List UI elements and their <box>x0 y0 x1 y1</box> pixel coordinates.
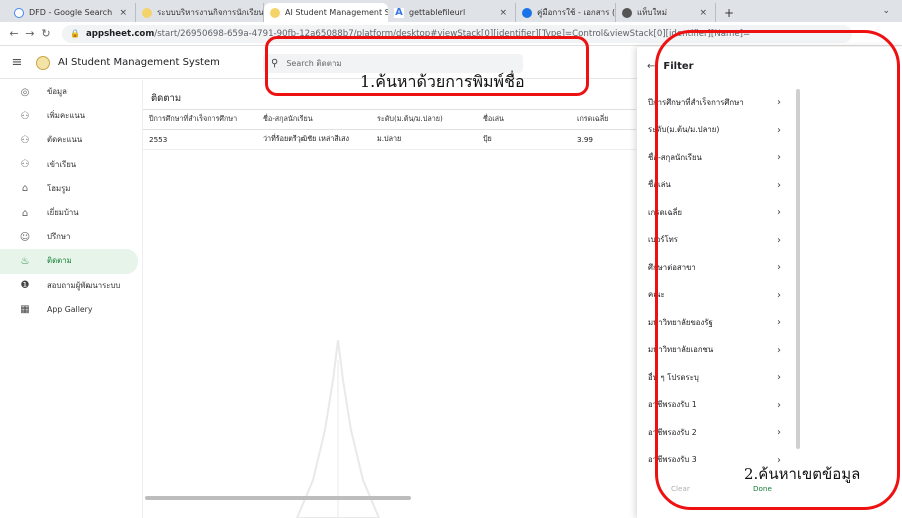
sidebar-item-label: ข้อมูล <box>47 87 67 97</box>
info-icon: ❶ <box>20 280 30 292</box>
close-icon[interactable]: × <box>113 8 127 18</box>
sidebar-item-label: App Gallery <box>47 305 93 315</box>
browser-tab[interactable]: คู่มือการใช้ - เอกสาร (A4) × <box>516 3 616 22</box>
app-logo <box>36 55 50 70</box>
table-cell: 2553 <box>149 135 168 144</box>
reload-icon[interactable]: ↻ <box>38 27 54 40</box>
lock-icon: 🔒 <box>70 29 80 38</box>
chevron-down-icon[interactable]: ⌄ <box>882 6 890 16</box>
sidebar-item-label: ตัดคะแนน <box>47 135 83 145</box>
sidebar-item-label: เพิ่มคะแนน <box>47 111 86 121</box>
page-title: ติดตาม <box>151 93 182 104</box>
browser-tab[interactable]: ระบบบริหารงานกิจการนักเรียน × <box>136 3 264 22</box>
support-icon: ☺ <box>19 231 31 243</box>
table-cell: ว่าที่ร้อยตรีวุฒิชัย เหล่าสีเสง <box>263 134 350 143</box>
main-content: ติดตาม ปีการศึกษาที่สำเร็จการศึกษา ชื่อ-… <box>142 80 636 518</box>
account-circle-icon: ◎ <box>20 86 30 98</box>
app-title: AI Student Management System <box>58 57 220 68</box>
house-visit-icon: ⌂ <box>21 207 29 219</box>
browser-tab[interactable]: แท็บใหม่ × <box>616 3 716 22</box>
screen: DFD - Google Search × ระบบบริหารงานกิจกา… <box>0 0 902 518</box>
table-cell: ปุ้ย <box>483 134 492 143</box>
sidebar-item-app-gallery[interactable]: ▦ App Gallery <box>0 298 138 322</box>
person-remove-icon: ⚇ <box>20 134 30 146</box>
google-icon <box>14 7 24 18</box>
sidebar-item-label: โฮมรูม <box>47 183 71 193</box>
browser-tab[interactable]: DFD - Google Search × <box>8 3 136 22</box>
sidebar-item-label: ปรึกษา <box>47 232 71 242</box>
sidebar-item-home-visit[interactable]: ⌂ เยี่ยมบ้าน <box>0 201 138 225</box>
chrome-icon <box>622 7 632 18</box>
table-cell: ม.ปลาย <box>377 134 402 143</box>
table-header: ปีการศึกษาที่สำเร็จการศึกษา ชื่อ-สกุลนัก… <box>143 109 636 130</box>
sidebar-item-attendance[interactable]: ⚇ เข้าเรียน <box>0 153 138 177</box>
annotation-filter-note: 2.ค้นหาเขตข้อมูล <box>744 465 861 483</box>
sidebar-item-track[interactable]: ♨ ติดตาม <box>0 249 138 274</box>
browser-tab[interactable]: A gettablefileurl × <box>388 3 516 22</box>
watermark-logo <box>295 340 381 518</box>
sidebar: ◎ ข้อมูล ⚇ เพิ่มคะแนน ⚇ ตัดคะแนน ⚇ เข้าเรียน… <box>0 80 142 518</box>
sidebar-item-deduct-score[interactable]: ⚇ ตัดคะแนน <box>0 128 138 152</box>
tab-label: DFD - Google Search <box>29 8 113 17</box>
table-cell: 3.99 <box>577 135 594 144</box>
annotation-filter-box <box>655 30 900 510</box>
sidebar-item-label: เข้าเรียน <box>47 159 77 169</box>
close-icon[interactable]: × <box>693 8 707 18</box>
sidebar-item-label: สอบถามผู้พัฒนาระบบ <box>47 280 121 290</box>
column-header[interactable]: ปีการศึกษาที่สำเร็จการศึกษา <box>149 110 259 129</box>
back-arrow-icon[interactable]: ← <box>6 27 22 40</box>
tab-label: แท็บใหม่ <box>637 8 667 17</box>
menu-icon[interactable]: ≡ <box>2 55 32 70</box>
tab-label: ระบบบริหารงานกิจการนักเรียน <box>157 8 264 17</box>
close-icon[interactable]: × <box>493 8 507 18</box>
sidebar-item-contact-developer[interactable]: ❶ สอบถามผู้พัฒนาระบบ <box>0 274 138 298</box>
grid-icon: ▦ <box>20 304 30 316</box>
column-header[interactable]: ระดับ(ม.ต้น/ม.ปลาย) <box>377 110 477 129</box>
tab-label: คู่มือการใช้ - เอกสาร (A4) <box>537 8 616 17</box>
track-icon: ♨ <box>20 255 30 267</box>
new-tab-button[interactable]: + <box>716 3 742 22</box>
browser-tab-active[interactable]: AI Student Management Sy × <box>264 3 388 22</box>
home-icon: ⌂ <box>21 183 29 195</box>
appsheet-icon <box>270 7 280 18</box>
person-check-icon: ⚇ <box>20 159 30 171</box>
sidebar-item-label: ติดตาม <box>47 256 72 266</box>
sidebar-item-homeroom[interactable]: ⌂ โฮมรูม <box>0 177 138 201</box>
person-add-icon: ⚇ <box>20 110 30 122</box>
appsheet-icon <box>142 7 152 18</box>
column-header[interactable]: เกรดเฉลี่ย <box>577 110 636 129</box>
sidebar-item-info[interactable]: ◎ ข้อมูล <box>0 80 138 104</box>
annotation-search-note: 1.ค้นหาด้วยการพิมพ์ชื่อ <box>360 72 525 91</box>
sidebar-item-add-score[interactable]: ⚇ เพิ่มคะแนน <box>0 104 138 128</box>
tab-label: AI Student Management Sy <box>285 8 388 17</box>
sidebar-item-consult[interactable]: ☺ ปรึกษา <box>0 225 138 249</box>
horizontal-scrollbar[interactable] <box>145 496 411 500</box>
docs-icon <box>522 7 532 18</box>
tab-label: gettablefileurl <box>409 8 466 17</box>
browser-tab-strip: DFD - Google Search × ระบบบริหารงานกิจกา… <box>0 0 902 22</box>
column-header[interactable]: ชื่อเล่น <box>483 110 543 129</box>
appsheet-a-icon: A <box>394 6 404 18</box>
table-row[interactable]: 2553 ว่าที่ร้อยตรีวุฒิชัย เหล่าสีเสง ม.ป… <box>143 130 636 150</box>
column-header[interactable]: ชื่อ-สกุลนักเรียน <box>263 110 373 129</box>
url-host: appsheet.com <box>85 28 155 39</box>
sidebar-item-label: เยี่ยมบ้าน <box>47 208 79 218</box>
forward-arrow-icon[interactable]: → <box>22 27 38 40</box>
